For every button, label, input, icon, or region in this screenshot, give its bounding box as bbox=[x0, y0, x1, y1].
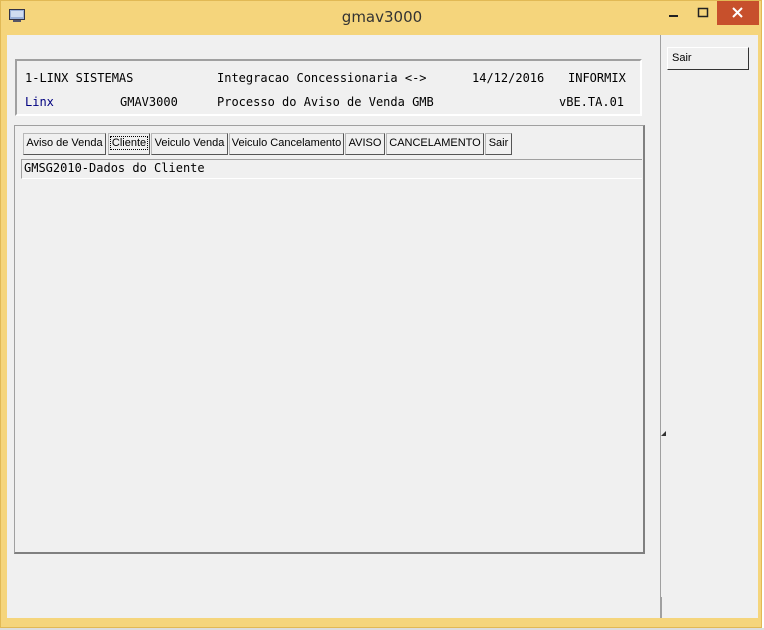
version-label: vBE.TA.01 bbox=[559, 95, 625, 109]
close-button[interactable] bbox=[717, 1, 759, 25]
tab-aviso[interactable]: AVISO bbox=[345, 133, 385, 155]
tab-sair[interactable]: Sair bbox=[485, 133, 512, 155]
sidebar-divider bbox=[661, 597, 662, 618]
client-area: 1-LINX SISTEMAS Integracao Concessionari… bbox=[7, 35, 758, 618]
company-name: 1-LINX SISTEMAS bbox=[25, 71, 134, 85]
program-description: Processo do Aviso de Venda GMB bbox=[217, 95, 434, 109]
minimize-button[interactable] bbox=[659, 1, 689, 25]
tab-cancelamento[interactable]: CANCELAMENTO bbox=[386, 133, 484, 155]
tab-veiculo-cancelamento[interactable]: Veiculo Cancelamento bbox=[229, 133, 344, 155]
tab-cliente[interactable]: Cliente bbox=[108, 133, 150, 155]
maximize-button[interactable] bbox=[689, 1, 717, 25]
brand-label: Linx bbox=[25, 95, 54, 109]
window-title: gmav3000 bbox=[341, 8, 423, 26]
section-title: GMSG2010-Dados do Cliente bbox=[21, 159, 642, 179]
main-content: 1-LINX SISTEMAS Integracao Concessionari… bbox=[7, 35, 658, 618]
header-date: 14/12/2016 bbox=[472, 71, 545, 85]
database-name: INFORMIX bbox=[568, 71, 626, 85]
system-name: Integracao Concessionaria <-> bbox=[217, 71, 427, 85]
resize-grip-icon[interactable] bbox=[661, 431, 667, 437]
tab-panel bbox=[14, 125, 645, 554]
maximize-icon bbox=[697, 7, 709, 18]
minimize-icon bbox=[669, 15, 678, 17]
header-box: 1-LINX SISTEMAS Integracao Concessionari… bbox=[15, 59, 642, 116]
close-icon bbox=[732, 7, 743, 18]
title-bar[interactable]: gmav3000 bbox=[1, 1, 763, 35]
program-code: GMAV3000 bbox=[120, 95, 178, 109]
tab-aviso-de-venda[interactable]: Aviso de Venda bbox=[23, 133, 106, 155]
sair-button[interactable]: Sair bbox=[667, 47, 749, 70]
right-sidebar: Sair bbox=[660, 35, 758, 618]
app-window: gmav3000 1-LINX SISTEMAS Integracao Conc… bbox=[0, 0, 762, 628]
tab-veiculo-venda[interactable]: Veiculo Venda bbox=[151, 133, 228, 155]
